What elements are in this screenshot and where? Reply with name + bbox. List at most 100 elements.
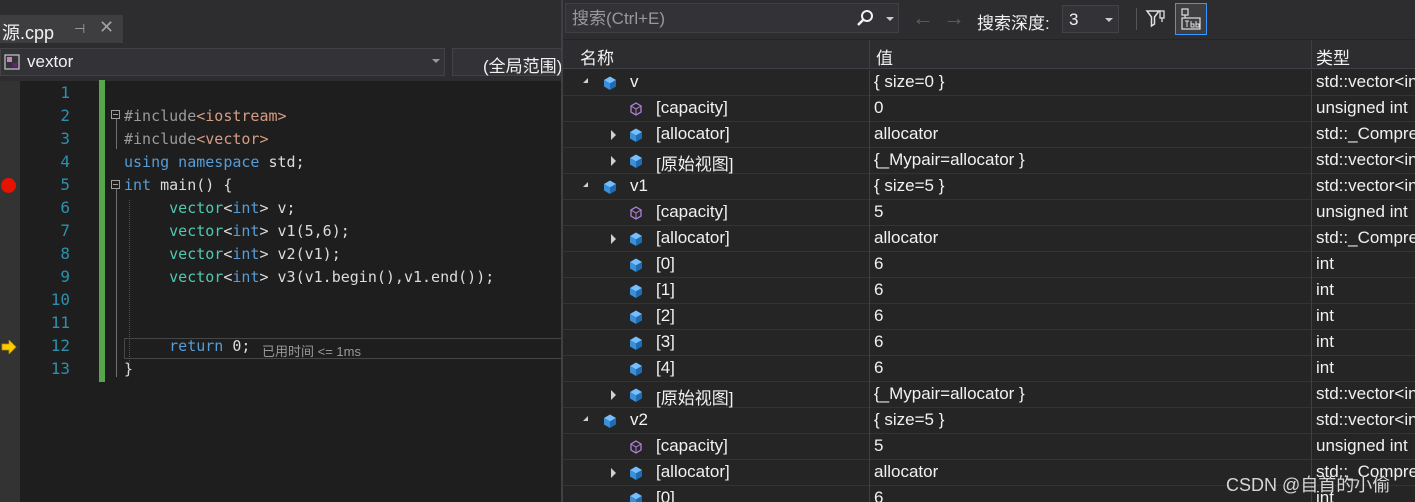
tree-row[interactable]: [1] 6 int: [563, 278, 1415, 304]
cell-divider: [1311, 200, 1312, 226]
code-line[interactable]: 2 #include<iostream>: [0, 104, 561, 127]
tree-row[interactable]: [capacity] 5 unsigned int: [563, 200, 1415, 226]
expanded-arrow-icon[interactable]: [583, 78, 588, 83]
search-input[interactable]: [570, 7, 854, 31]
tree-row[interactable]: [4] 6 int: [563, 356, 1415, 382]
code-line[interactable]: 10: [0, 288, 561, 311]
pin-icon[interactable]: ⊣: [74, 21, 85, 37]
code-line[interactable]: 9 vector<int> v3(v1.begin(),v1.end());: [0, 265, 561, 288]
expanded-arrow-icon[interactable]: [583, 416, 588, 421]
tree-row[interactable]: [原始视图] {_Mypair=allocator } std::vector<in…: [563, 148, 1415, 174]
expanded-arrow-icon[interactable]: [583, 182, 588, 187]
code-line[interactable]: 11: [0, 311, 561, 334]
search-forward-arrow-icon[interactable]: →: [943, 7, 965, 29]
document-tab-bar: 源.cpp ⊣ ✕: [0, 0, 561, 43]
variable-cube-icon: [630, 336, 642, 350]
variable-value[interactable]: allocator: [874, 124, 938, 144]
column-header-type[interactable]: 类型: [1316, 44, 1350, 69]
variable-value[interactable]: allocator: [874, 462, 938, 482]
tree-row[interactable]: [allocator] allocator std::_Compressed_pai…: [563, 122, 1415, 148]
variable-value[interactable]: 6: [874, 254, 883, 274]
variable-value[interactable]: {_Mypair=allocator }: [874, 150, 1025, 170]
variable-value[interactable]: { size=5 }: [874, 410, 944, 430]
watermark: CSDN @自首的小偷: [1226, 475, 1391, 495]
variable-value[interactable]: 6: [874, 306, 883, 326]
search-back-arrow-icon[interactable]: ←: [912, 7, 934, 29]
variable-value[interactable]: 5: [874, 436, 883, 456]
cell-divider: [869, 252, 870, 278]
line-number: 4: [60, 152, 70, 171]
code-line[interactable]: 4 using namespace std;: [0, 150, 561, 173]
variable-value[interactable]: 0: [874, 98, 883, 118]
code-text-area[interactable]: 1 2 #include<iostream> 3 #include<vector…: [0, 81, 561, 502]
variable-value[interactable]: 6: [874, 488, 883, 502]
tree-row[interactable]: [allocator] allocator std::_Compressed_pai…: [563, 226, 1415, 252]
code-line[interactable]: 6 vector<int> v;: [0, 196, 561, 219]
tree-row[interactable]: [2] 6 int: [563, 304, 1415, 330]
global-scope-dropdown[interactable]: (全局范围): [452, 48, 561, 76]
variable-value[interactable]: { size=0 }: [874, 72, 944, 92]
variable-name: [allocator]: [656, 228, 730, 247]
column-resizer[interactable]: [869, 40, 870, 68]
variable-name: [4]: [656, 358, 675, 377]
search-depth-dropdown[interactable]: 3: [1062, 5, 1119, 33]
tree-row[interactable]: v2 { size=5 } std::vector<int>: [563, 408, 1415, 434]
field-icon: [630, 206, 642, 220]
variable-value[interactable]: 6: [874, 280, 883, 300]
code-line[interactable]: 5 int main() {: [0, 173, 561, 196]
collapse-main-icon[interactable]: [111, 180, 120, 189]
code-text: vector<int> v2(v1);: [169, 245, 341, 263]
variable-value[interactable]: { size=5 }: [874, 176, 944, 196]
global-scope-label: (全局范围): [483, 57, 561, 76]
code-line[interactable]: 1: [0, 81, 561, 104]
collapsed-arrow-icon[interactable]: [611, 390, 616, 400]
tree-row[interactable]: v { size=0 } std::vector<int>: [563, 70, 1415, 96]
code-line[interactable]: 7 vector<int> v1(5,6);: [0, 219, 561, 242]
collapsed-arrow-icon[interactable]: [611, 130, 616, 140]
collapsed-arrow-icon[interactable]: [611, 234, 616, 244]
search-box[interactable]: [565, 3, 899, 33]
column-header-name[interactable]: 名称: [580, 44, 614, 69]
variable-value[interactable]: 6: [874, 358, 883, 378]
code-line[interactable]: 13 }: [0, 357, 561, 380]
tab-view-toggle-icon[interactable]: [1175, 3, 1207, 35]
code-line[interactable]: 3 #include<vector>: [0, 127, 561, 150]
indent-guide: [129, 200, 130, 365]
toolbar-separator: [1136, 8, 1137, 30]
tree-row[interactable]: [原始视图] {_Mypair=allocator } std::vector<in…: [563, 382, 1415, 408]
tree-row[interactable]: [capacity] 0 unsigned int: [563, 96, 1415, 122]
tree-row[interactable]: v1 { size=5 } std::vector<int>: [563, 174, 1415, 200]
search-icon[interactable]: [855, 9, 875, 29]
pin-filter-icon[interactable]: [1145, 8, 1167, 30]
variable-value[interactable]: {_Mypair=allocator }: [874, 384, 1025, 404]
project-icon: [4, 54, 20, 70]
cell-divider: [869, 96, 870, 122]
tree-row[interactable]: [0] 6 int: [563, 252, 1415, 278]
collapse-include-icon[interactable]: [111, 110, 120, 119]
variable-value[interactable]: allocator: [874, 228, 938, 248]
tab-source-cpp[interactable]: 源.cpp ⊣ ✕: [0, 15, 123, 43]
column-resizer[interactable]: [1311, 40, 1312, 68]
close-icon[interactable]: ✕: [99, 17, 114, 38]
variable-cube-icon: [630, 284, 642, 298]
cell-divider: [1311, 96, 1312, 122]
variable-type: std::vector<int>: [1316, 410, 1415, 429]
tree-row[interactable]: [3] 6 int: [563, 330, 1415, 356]
cell-divider: [869, 174, 870, 200]
tree-row[interactable]: [capacity] 5 unsigned int: [563, 434, 1415, 460]
variable-value[interactable]: 5: [874, 202, 883, 222]
chevron-down-icon[interactable]: [886, 17, 894, 21]
column-header-value[interactable]: 值: [876, 44, 893, 69]
code-line[interactable]: 8 vector<int> v2(v1);: [0, 242, 561, 265]
code-editor[interactable]: 源.cpp ⊣ ✕ vextor (全局范围) 1 2 #include<ios…: [0, 0, 561, 502]
cell-divider: [1311, 174, 1312, 200]
project-scope-dropdown[interactable]: vextor: [0, 48, 445, 76]
cell-divider: [1311, 356, 1312, 382]
cell-divider: [869, 382, 870, 408]
variable-type: std::vector<int>: [1316, 176, 1415, 195]
collapsed-arrow-icon[interactable]: [611, 468, 616, 478]
collapsed-arrow-icon[interactable]: [611, 156, 616, 166]
line-number: 13: [50, 359, 70, 378]
perf-tip[interactable]: 已用时间 <= 1ms: [262, 341, 361, 360]
variable-value[interactable]: 6: [874, 332, 883, 352]
